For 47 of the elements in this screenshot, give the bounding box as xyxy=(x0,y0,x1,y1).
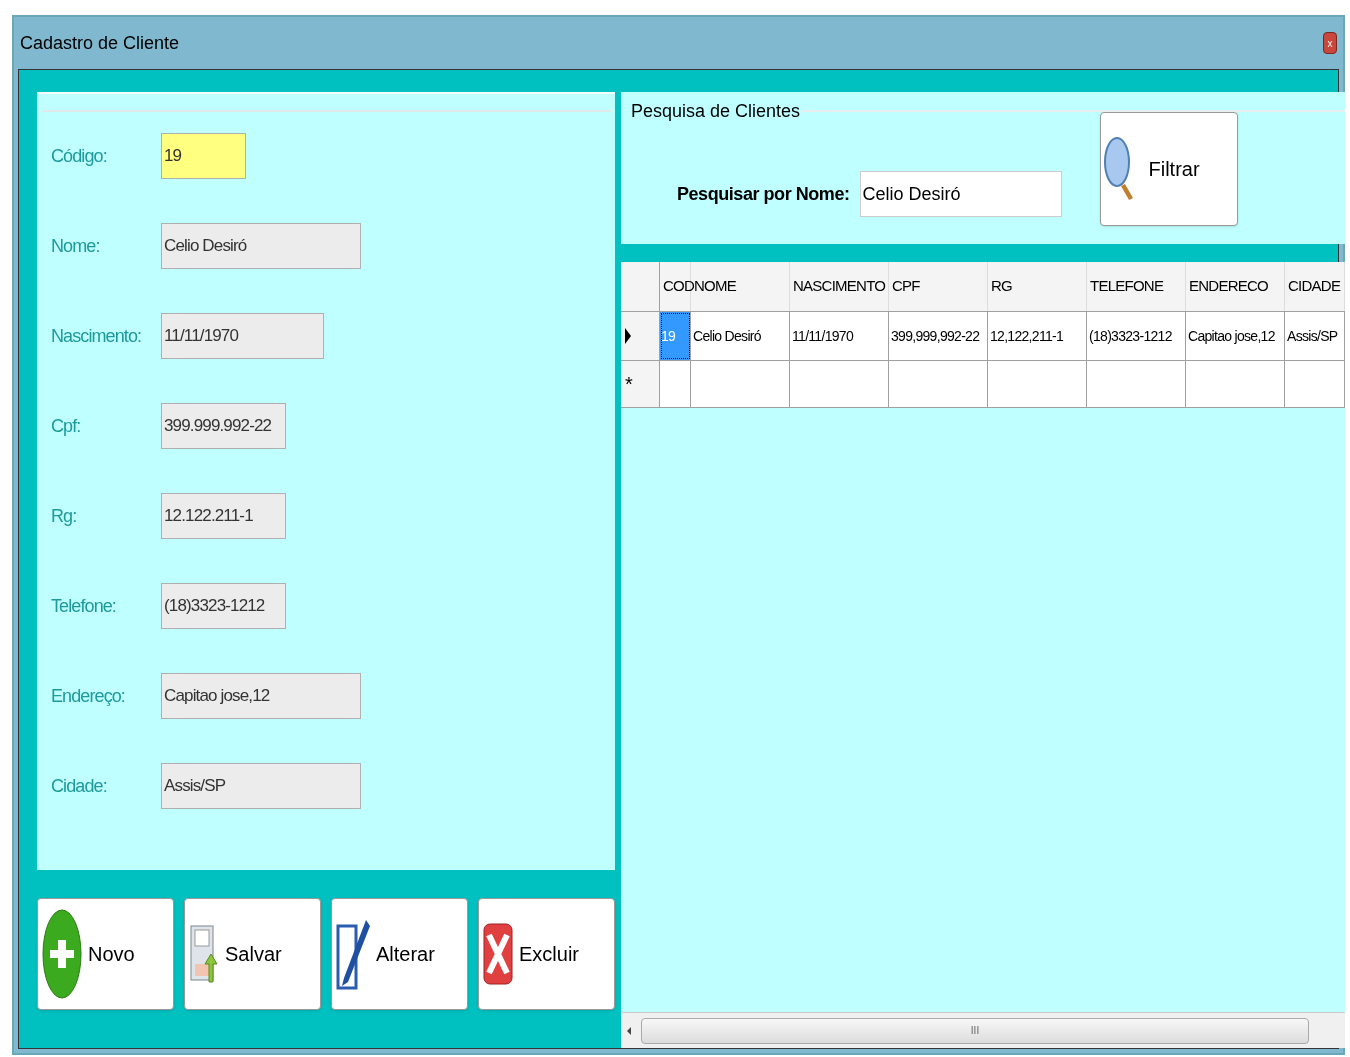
table-cell[interactable]: 399,999,992-22 xyxy=(889,312,988,360)
field-label: Nascimento: xyxy=(51,324,143,348)
new-row-marker: * xyxy=(625,372,633,397)
field-label: Telefone: xyxy=(51,594,117,618)
floppy-disk-icon xyxy=(189,924,219,984)
column-header[interactable]: CIDADE xyxy=(1285,262,1345,311)
search-icon xyxy=(1102,136,1135,202)
text-field[interactable]: Assis/SP xyxy=(161,763,361,809)
search-label: Pesquisar por Nome: xyxy=(677,182,850,206)
text-field[interactable]: Capitao jose,12 xyxy=(161,673,361,719)
text-field[interactable]: 19 xyxy=(161,133,246,179)
table-cell[interactable]: Celio Desiró xyxy=(691,312,790,360)
text-field[interactable]: 399.999.992-22 xyxy=(161,403,286,449)
column-header[interactable]: CPF xyxy=(889,262,988,311)
field-label: Cpf: xyxy=(51,414,82,438)
action-button[interactable]: Novo xyxy=(37,898,174,1010)
left-arrow-icon[interactable] xyxy=(625,1025,633,1036)
column-header[interactable]: NASCIMENTO xyxy=(790,262,889,311)
action-button[interactable]: Excluir xyxy=(478,898,615,1010)
field-label: Cidade: xyxy=(51,774,108,798)
table-cell[interactable]: Capitao jose,12 xyxy=(1186,312,1285,360)
column-header[interactable]: TELEFONE xyxy=(1087,262,1186,311)
window-title: Cadastro de Cliente xyxy=(20,31,180,55)
text-field[interactable]: 12.122.211-1 xyxy=(161,493,286,539)
text-field[interactable]: Celio Desiró xyxy=(161,223,361,269)
text-field[interactable]: 11/11/1970 xyxy=(161,313,324,359)
search-field[interactable]: Celio Desiró xyxy=(859,171,1062,217)
plus-icon xyxy=(42,908,82,1000)
scroll-thumb[interactable]: III xyxy=(641,1017,1309,1044)
table-cell[interactable]: Assis/SP xyxy=(1285,312,1345,360)
table-cell[interactable]: 12,122,211-1 xyxy=(988,312,1087,360)
x-icon xyxy=(483,923,513,985)
filter-button[interactable]: Filtrar xyxy=(1099,112,1238,226)
column-header[interactable]: RG xyxy=(988,262,1087,311)
field-label: Endereço: xyxy=(51,684,126,708)
field-label: Rg: xyxy=(51,504,78,528)
field-label: Código: xyxy=(51,144,108,168)
close-button[interactable]: x xyxy=(1323,32,1337,54)
table-cell[interactable]: 11/11/1970 xyxy=(790,312,889,360)
table-cell[interactable]: (18)3323-1212 xyxy=(1087,312,1186,360)
grip-mark: III xyxy=(970,1024,980,1038)
text-field[interactable]: (18)3323-1212 xyxy=(161,583,286,629)
column-header[interactable]: ENDERECO xyxy=(1186,262,1285,311)
horizontal-scrollbar[interactable]: III xyxy=(621,1012,1345,1048)
action-button[interactable]: Alterar xyxy=(331,898,468,1010)
action-button[interactable]: Salvar xyxy=(184,898,321,1010)
field-label: Nome: xyxy=(51,234,101,258)
